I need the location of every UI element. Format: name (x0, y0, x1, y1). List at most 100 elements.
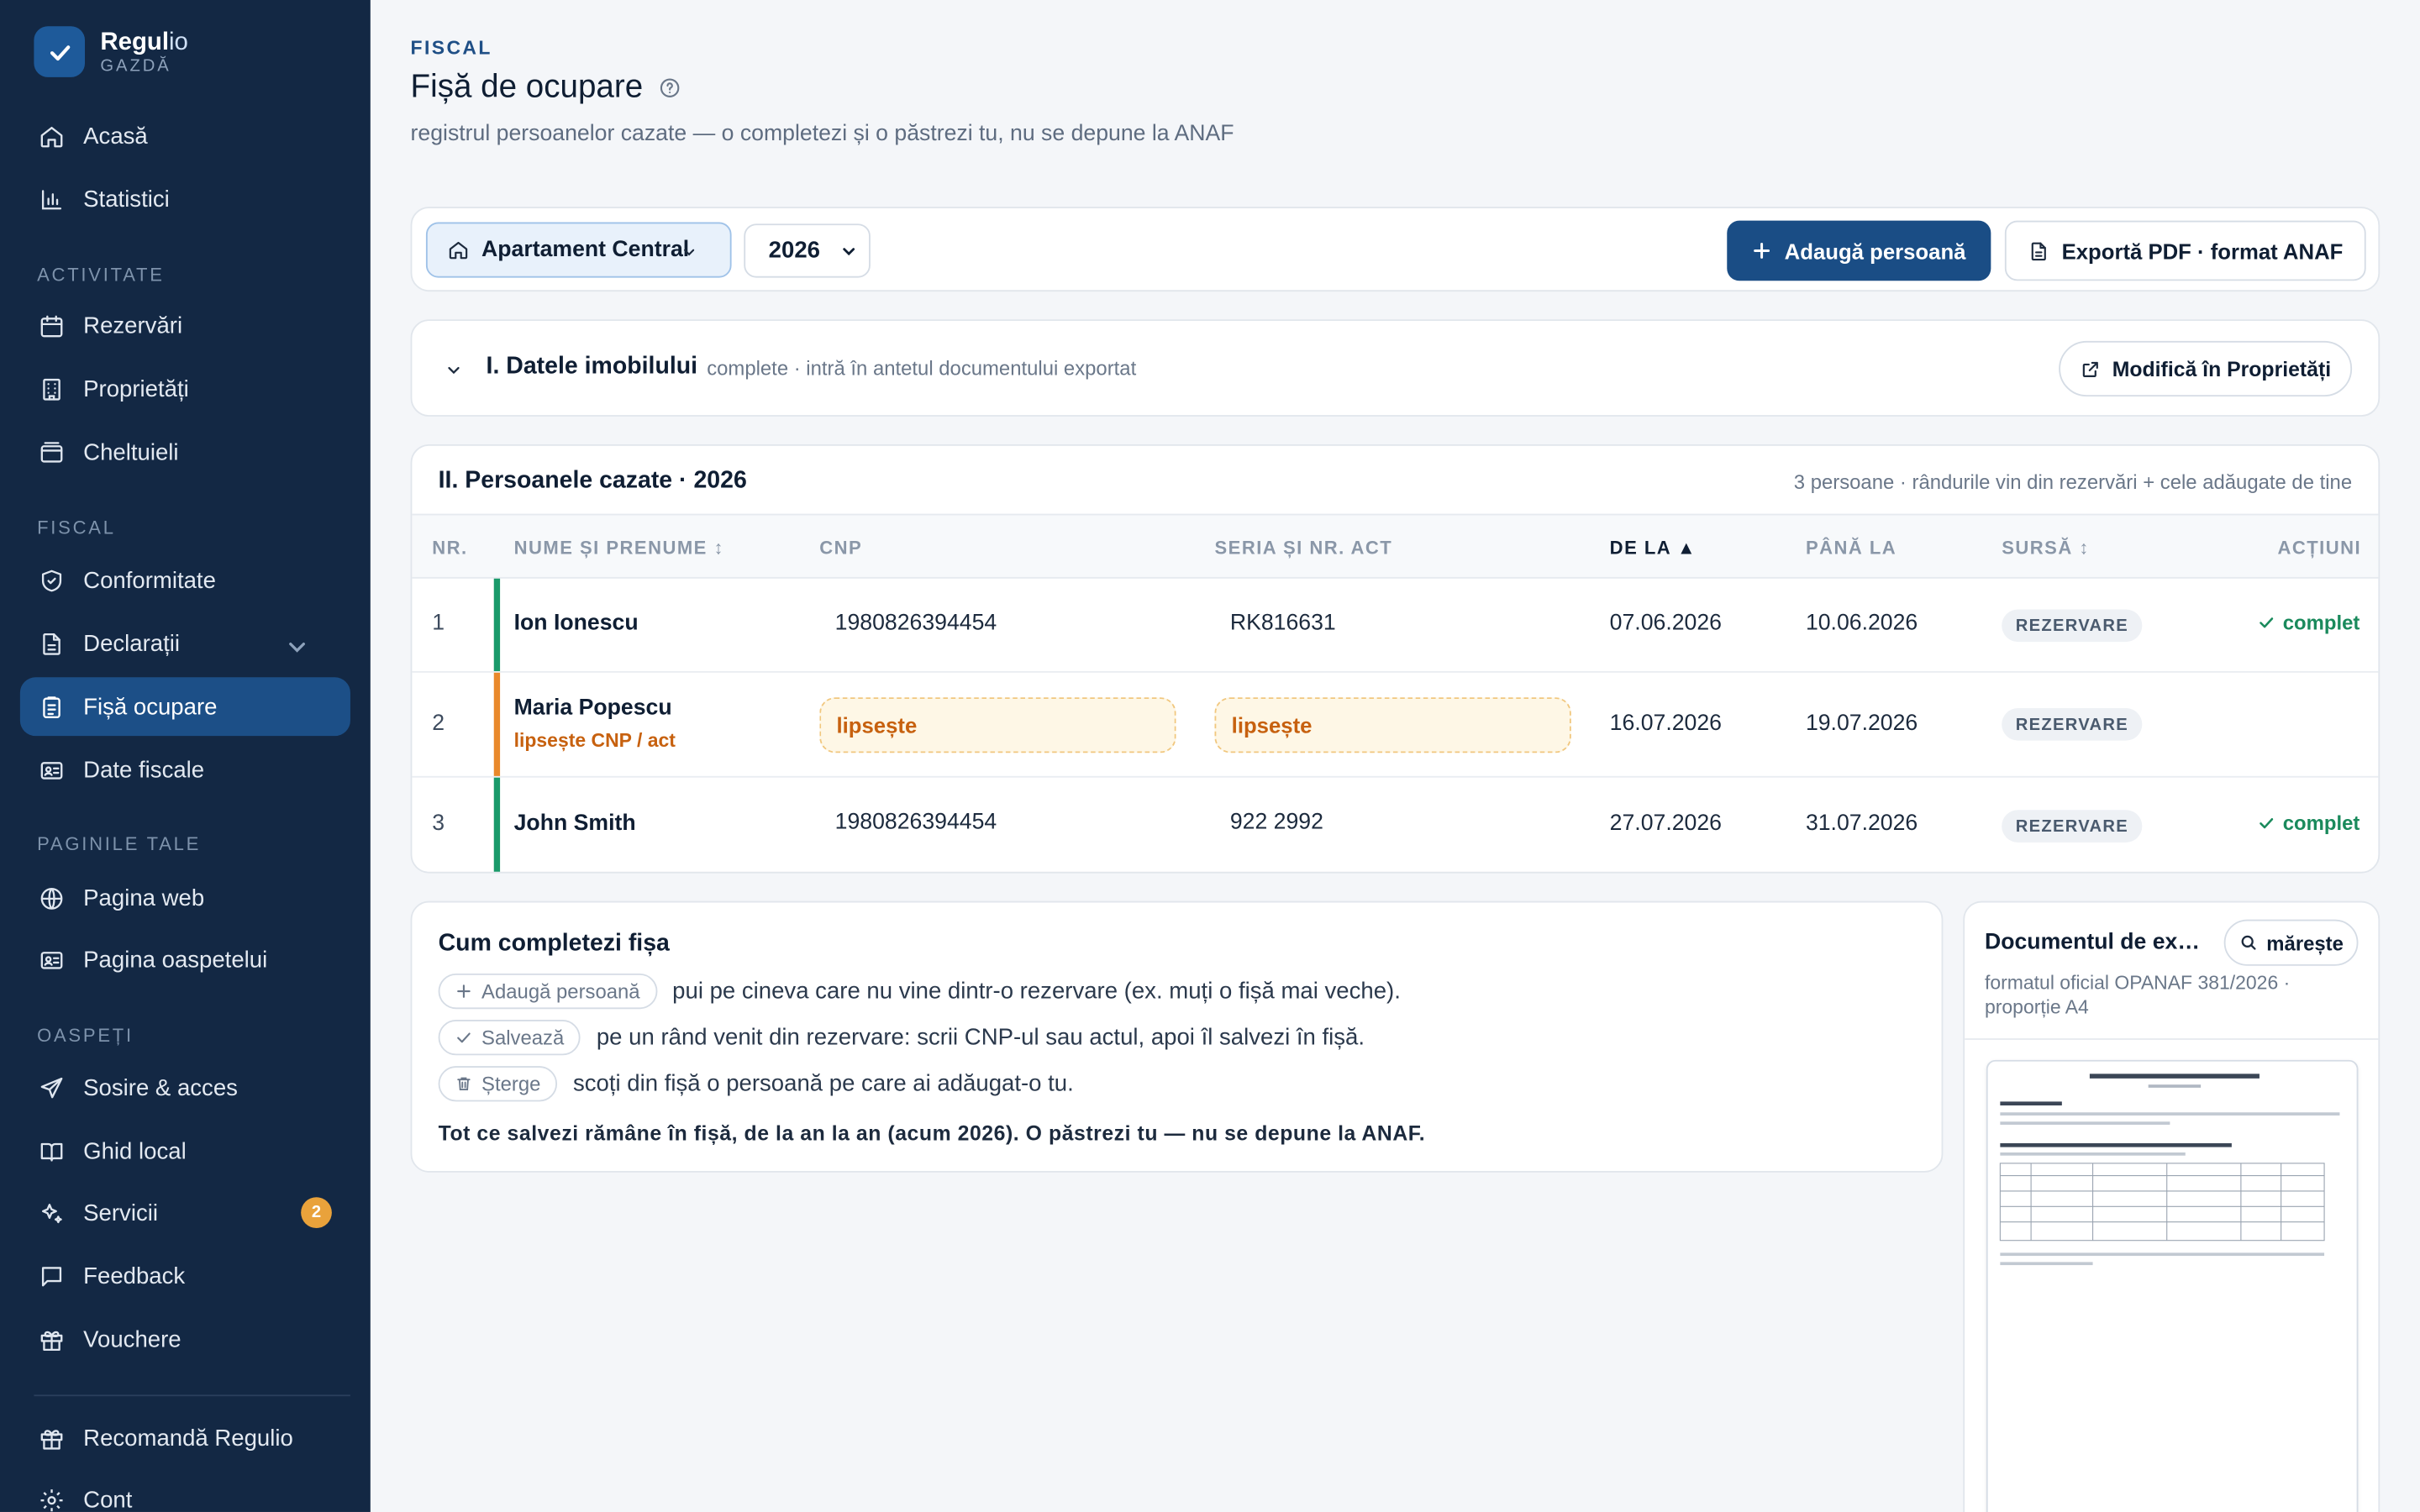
nav-item-label: Cheltuieli (83, 438, 179, 465)
cell-nr: 1 (432, 611, 445, 636)
search-icon (2240, 935, 2255, 950)
page-kicker: FISCAL (410, 37, 492, 59)
cell-from: 27.07.2026 (1609, 811, 1722, 837)
nav-item-fiscal-data[interactable]: Date fiscale (20, 741, 350, 800)
howto-item: Salvează pe un rând venit din rezervare:… (438, 1020, 1365, 1056)
nav-item-label: Acasă (83, 123, 148, 150)
section-title: II. Persoanele cazate · 2026 (438, 467, 747, 494)
edit-in-properties-button[interactable]: Modifică în Proprietăți (2059, 340, 2353, 397)
table-row[interactable]: 3 John Smith 1980826394454 922 2992 27.0… (412, 777, 2378, 872)
cell-id-doc[interactable]: 922 2992 (1230, 810, 1323, 834)
nav-item-occupancy[interactable]: Fișă ocupare (19, 677, 350, 737)
cell-from: 07.06.2026 (1609, 611, 1722, 636)
nav-section-activity: ACTIVITATE (37, 264, 165, 286)
column-header-cnp: CNP (819, 537, 863, 559)
brand-name: Regulio (100, 28, 188, 55)
page-subtitle: registrul persoanelor cazate — o complet… (410, 122, 1234, 147)
brand[interactable]: Regulio GAZDĂ (34, 26, 188, 77)
nav-item-expenses[interactable]: Cheltuieli (20, 423, 350, 481)
chevron-down-icon (289, 642, 305, 653)
column-header-id-doc: SERIA ȘI NR. ACT (1214, 537, 1393, 559)
property-select-value: Apartament Central (481, 237, 690, 263)
gift-icon (40, 1429, 63, 1449)
howto-section: Cum completezi fișa Adaugă persoană pui … (410, 900, 1944, 1173)
sparkles-icon (41, 1203, 62, 1223)
zoom-button[interactable]: mărește (2223, 919, 2359, 966)
shield-check-icon (41, 569, 62, 591)
chevron-down-icon[interactable] (445, 361, 463, 380)
chevron-down-icon (683, 249, 695, 256)
nav-item-label: Fișă ocupare (83, 693, 218, 720)
cnp-missing-field[interactable]: lipsește (819, 697, 1176, 753)
bar-chart-icon (41, 189, 62, 209)
column-header-from[interactable]: DE LA ▲ (1610, 537, 1697, 559)
nav-item-local-guide[interactable]: Ghid local (20, 1121, 350, 1180)
check-icon (2260, 617, 2274, 628)
nav-item-account[interactable]: Cont (20, 1470, 350, 1512)
nav-item-label: Conformitate (83, 566, 216, 594)
brand-subtitle: GAZDĂ (100, 56, 171, 76)
calendar-icon (40, 314, 63, 337)
guests-table-section: II. Persoanele cazate · 2026 3 persoane … (410, 444, 2381, 874)
column-header-source[interactable]: SURSĂ ↕ (2002, 537, 2090, 559)
cell-cnp[interactable]: 1980826394454 (835, 611, 997, 635)
nav-section-pages: PAGINILE TALE (37, 832, 202, 855)
nav-item-label: Pagina oaspetelui (83, 946, 268, 974)
nav-item-feedback[interactable]: Feedback (20, 1247, 350, 1305)
section-title[interactable]: I. Datele imobilului (487, 354, 698, 381)
cell-id-doc[interactable]: RK816631 (1230, 611, 1336, 635)
nav-item-home[interactable]: Acasă (20, 107, 350, 165)
document-thumbnail-graphic (1999, 1074, 2340, 1266)
globe-icon (40, 887, 63, 909)
nav-item-declarations[interactable]: Declarații (20, 614, 350, 673)
export-pdf-button[interactable]: Exportă PDF · format ANAF (2004, 220, 2366, 281)
source-badge: REZERVARE (2002, 810, 2143, 843)
nav-item-compliance[interactable]: Conformitate (20, 551, 350, 610)
check-icon (2260, 817, 2274, 829)
source-badge: REZERVARE (2002, 708, 2143, 741)
status-complete: complet (2258, 611, 2360, 634)
table-row[interactable]: 1 Ion Ionescu 1980826394454 RK816631 07.… (412, 578, 2379, 673)
save-chip: Salvează (438, 1020, 581, 1056)
section-note: formatul oficial OPANAF 381/2026 · propo… (1984, 972, 2291, 1019)
column-header-nr: NR. (432, 537, 468, 559)
nav-item-label: Ghid local (83, 1137, 187, 1164)
column-header-actions: ACȚIUNI (2277, 537, 2362, 559)
cell-cnp[interactable]: 1980826394454 (835, 810, 997, 834)
howto-item: Adaugă persoană pui pe cineva care nu vi… (438, 973, 1401, 1010)
nav-item-guest-page[interactable]: Pagina oaspetelui (20, 931, 350, 990)
file-icon (2031, 241, 2046, 260)
document-icon (43, 633, 60, 654)
delete-chip: Șterge (438, 1066, 558, 1102)
table-row[interactable]: 2 Maria Popescu lipsește CNP / act lipse… (412, 672, 2379, 778)
sidebar-divider (34, 1394, 350, 1397)
year-select[interactable]: 2026 (744, 223, 871, 278)
document-thumbnail[interactable] (1986, 1059, 2359, 1512)
gear-icon (40, 1488, 63, 1511)
property-select[interactable]: Apartament Central (425, 222, 732, 278)
nav-item-properties[interactable]: Proprietăți (20, 360, 350, 418)
nav-item-refer[interactable]: Recomandă Regulio (20, 1409, 350, 1467)
nav-item-label: Feedback (83, 1263, 186, 1289)
home-icon (449, 241, 468, 260)
check-icon (457, 1032, 471, 1043)
services-count-badge: 2 (301, 1197, 332, 1229)
year-select-value: 2026 (768, 237, 820, 265)
help-icon[interactable] (659, 77, 681, 99)
gift-icon (40, 1330, 63, 1351)
add-person-button[interactable]: Adaugă persoană (1727, 220, 1991, 281)
missing-data-warning: lipsește CNP / act (513, 729, 676, 752)
nav-item-label: Date fiscale (83, 756, 205, 784)
nav-item-arrival[interactable]: Sosire & acces (20, 1058, 350, 1117)
nav-item-bookings[interactable]: Rezervări (20, 297, 350, 355)
nav-item-vouchers[interactable]: Vouchere (20, 1310, 350, 1368)
nav-item-web-page[interactable]: Pagina web (20, 869, 350, 927)
id-doc-missing-field[interactable]: lipsește (1214, 697, 1571, 753)
column-header-name[interactable]: NUME ȘI PRENUME ↕ (514, 537, 724, 559)
cell-name: John Smith (513, 811, 636, 837)
check-logo-icon (34, 26, 86, 77)
nav-item-statistics[interactable]: Statistici (20, 170, 350, 228)
nav-item-services[interactable]: Servicii 2 (20, 1184, 350, 1242)
plus-icon (1754, 243, 1770, 259)
howto-item: Șterge scoți din fișă o persoană pe care… (438, 1066, 1074, 1102)
